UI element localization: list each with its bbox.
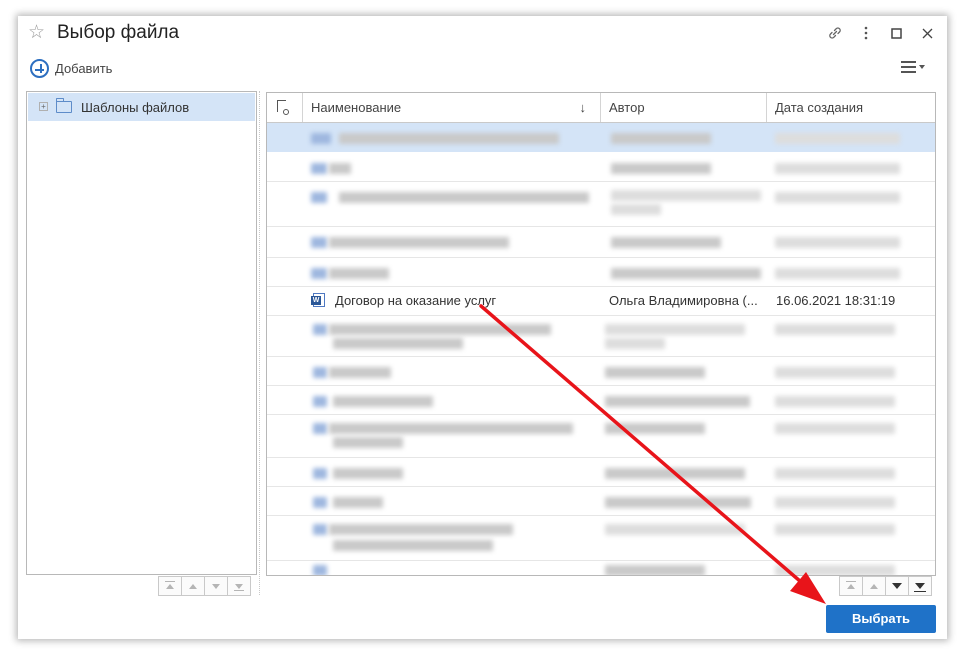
- tree-nav-buttons: [158, 576, 251, 596]
- chevron-down-icon: [919, 65, 925, 69]
- tree-item-label: Шаблоны файлов: [81, 100, 190, 115]
- grid-up-button[interactable]: [862, 576, 886, 596]
- file-picker-dialog: ☆ Выбор файла Добавить + Шаблоны файлов …: [18, 16, 947, 639]
- more-vertical-icon[interactable]: [850, 22, 881, 44]
- table-row[interactable]: [267, 487, 935, 515]
- dialog-title: Выбор файла: [57, 22, 180, 43]
- tree-down-button[interactable]: [204, 576, 228, 596]
- grid-last-button[interactable]: [908, 576, 932, 596]
- files-grid: Наименование ↓ Автор Дата создания W Дог…: [266, 92, 936, 576]
- row-name: Договор на оказание услуг: [335, 293, 497, 308]
- link-icon[interactable]: [819, 22, 850, 44]
- row-author: Ольга Владимировна (...: [609, 293, 758, 308]
- tree-up-button[interactable]: [181, 576, 205, 596]
- column-header-author[interactable]: Автор: [601, 93, 767, 122]
- attachment-icon: [277, 100, 289, 115]
- title-bar-actions: [819, 22, 943, 44]
- grid-header: Наименование ↓ Автор Дата создания: [267, 93, 935, 123]
- first-icon: [846, 580, 856, 589]
- down-icon: [212, 583, 220, 589]
- close-icon[interactable]: [912, 22, 943, 44]
- folder-icon: [56, 98, 72, 113]
- plus-circle-icon: [30, 59, 49, 78]
- table-row[interactable]: [267, 258, 935, 286]
- up-icon: [189, 583, 197, 589]
- title-bar: ☆ Выбор файла: [18, 16, 947, 52]
- up-icon: [870, 583, 878, 589]
- last-icon: [914, 583, 926, 592]
- column-header-date-label: Дата создания: [775, 100, 864, 115]
- column-header-date[interactable]: Дата создания: [767, 93, 935, 122]
- table-row[interactable]: [267, 357, 935, 385]
- word-document-icon: [311, 293, 325, 307]
- grid-nav-buttons: [839, 576, 932, 596]
- add-button-label: Добавить: [55, 61, 113, 76]
- star-icon[interactable]: ☆: [28, 23, 45, 43]
- table-row[interactable]: [267, 123, 935, 152]
- table-row[interactable]: [267, 182, 935, 226]
- row-date: 16.06.2021 18:31:19: [776, 293, 896, 308]
- down-icon: [892, 583, 902, 589]
- first-icon: [165, 580, 175, 589]
- add-button[interactable]: Добавить: [30, 59, 112, 78]
- grid-first-button[interactable]: [839, 576, 863, 596]
- maximize-icon[interactable]: [881, 22, 912, 44]
- table-row[interactable]: [267, 153, 935, 181]
- table-row-contract[interactable]: Договор на оказание услуг Ольга Владимир…: [267, 287, 935, 315]
- tree-last-button[interactable]: [227, 576, 251, 596]
- table-row[interactable]: [267, 316, 935, 356]
- table-row[interactable]: [267, 386, 935, 414]
- last-icon: [234, 583, 244, 591]
- expand-icon[interactable]: +: [39, 102, 48, 111]
- hamburger-menu-icon: [901, 61, 916, 73]
- panel-splitter[interactable]: [259, 91, 260, 595]
- tree-first-button[interactable]: [158, 576, 182, 596]
- column-header-name[interactable]: Наименование ↓: [303, 93, 601, 122]
- column-header-author-label: Автор: [609, 100, 645, 115]
- tree-item-templates[interactable]: + Шаблоны файлов: [28, 93, 255, 121]
- table-row[interactable]: [267, 415, 935, 457]
- dialog-toolbar: Добавить: [18, 56, 947, 84]
- table-row[interactable]: [267, 516, 935, 560]
- table-row[interactable]: [267, 561, 935, 575]
- column-header-name-label: Наименование: [311, 100, 402, 115]
- table-row[interactable]: [267, 227, 935, 257]
- sort-descending-icon: ↓: [579, 100, 587, 115]
- grid-down-button[interactable]: [885, 576, 909, 596]
- select-button[interactable]: Выбрать: [826, 605, 936, 633]
- table-row[interactable]: [267, 458, 935, 486]
- column-header-icon[interactable]: [267, 93, 303, 122]
- more-menu-button[interactable]: [901, 61, 925, 73]
- folder-tree: + Шаблоны файлов: [26, 91, 257, 575]
